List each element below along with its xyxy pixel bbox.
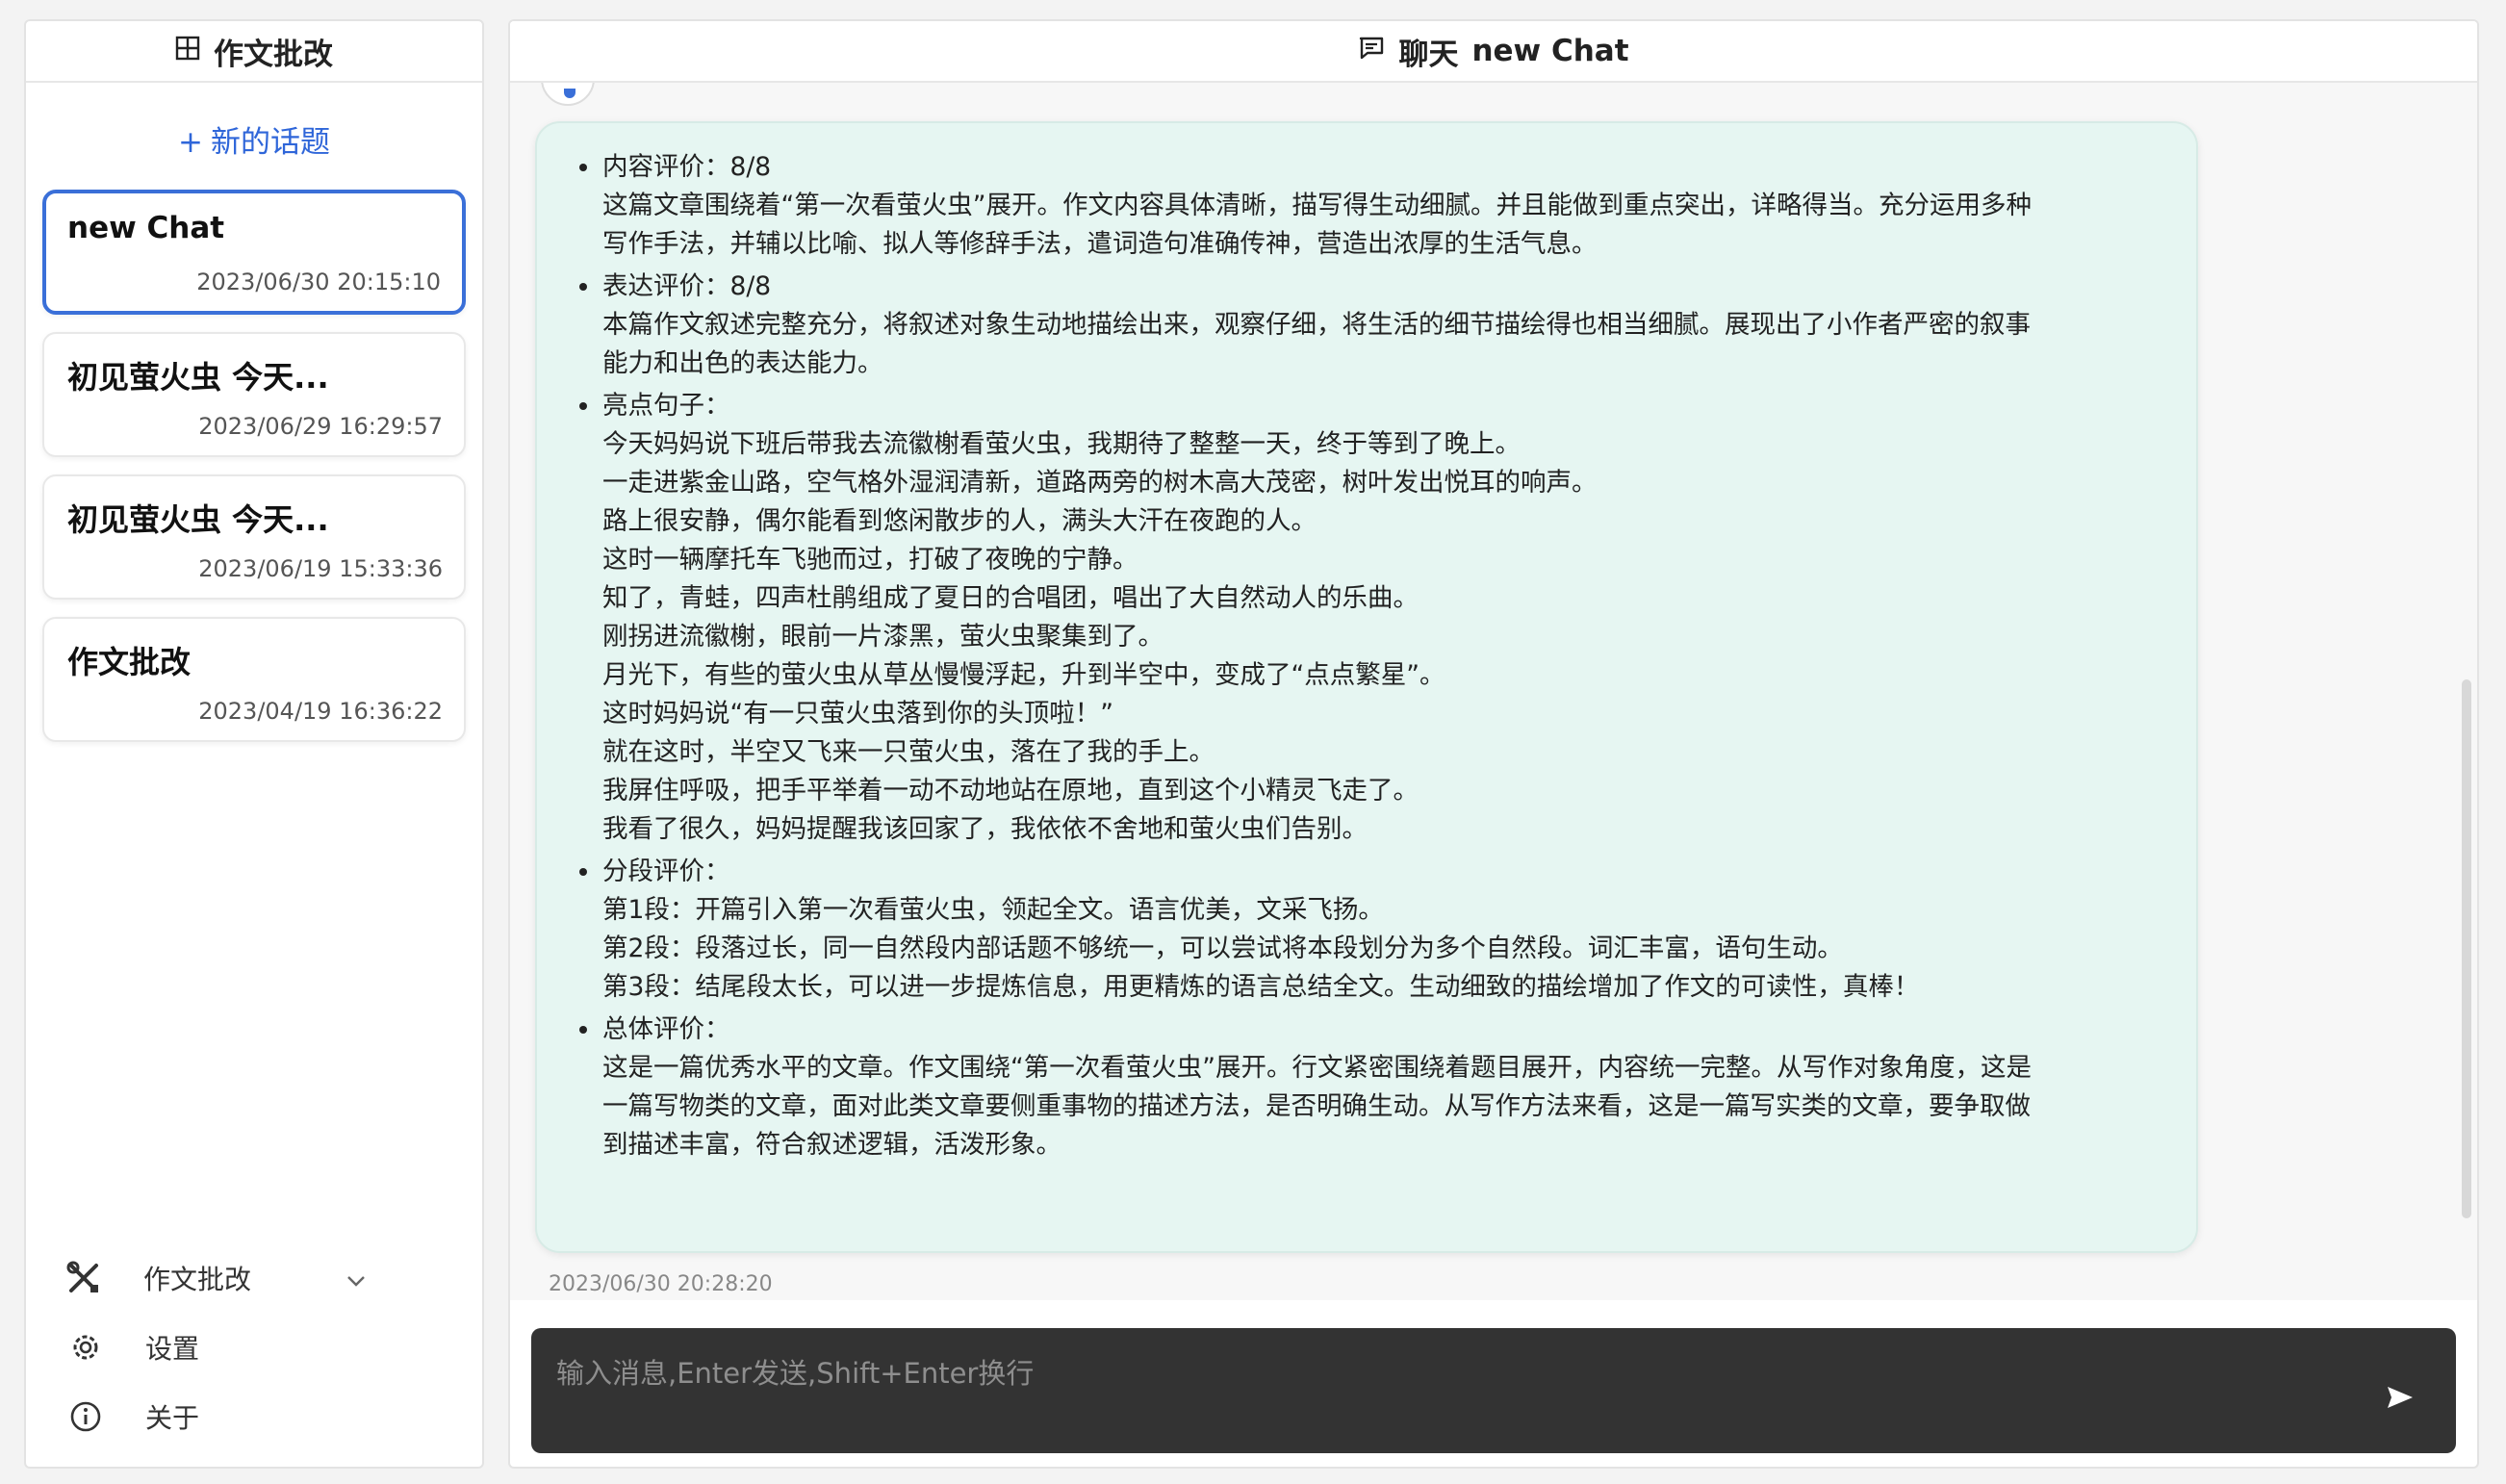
new-topic-label: 新的话题 — [210, 125, 330, 160]
text-line: 这是一篇优秀水平的文章。作文围绕“第一次看萤火虫”展开。行文紧密围绕着题目展开，… — [602, 1053, 2032, 1083]
text-line: 一篇写物类的文章，面对此类文章要侧重事物的描述方法，是否明确生动。从写作方法来看… — [602, 1091, 2031, 1121]
assistant-message-bubble: 内容评价：8/8 这篇文章围绕着“第一次看萤火虫”展开。作文内容具体清晰，描写得… — [535, 121, 2198, 1253]
text-line: 就在这时，半空又飞来一只萤火虫，落在了我的手上。 — [602, 737, 1215, 767]
text-line: 能力和出色的表达能力。 — [602, 348, 883, 378]
new-topic-button[interactable]: + 新的话题 — [26, 117, 482, 161]
conversation-item[interactable]: 作文批改 2023/04/19 16:36:22 — [42, 617, 466, 742]
conversation-title: new Chat — [67, 211, 225, 245]
about-item[interactable]: 关于 — [66, 1382, 453, 1451]
conversation-item[interactable]: new Chat 2023/06/30 20:15:10 — [42, 190, 466, 315]
message-timestamp: 2023/06/30 20:28:20 — [549, 1272, 773, 1296]
info-icon — [66, 1397, 105, 1436]
conversation-time: 2023/04/19 16:36:22 — [198, 698, 443, 725]
chat-bubble-icon — [1358, 34, 1385, 68]
plus-icon: + — [178, 125, 203, 160]
text-line: 内容评价：8/8 — [602, 152, 772, 182]
chevron-down-icon — [345, 1263, 367, 1294]
sidebar: 作文批改 + 新的话题 new Chat 2023/06/30 20:15:10 … — [24, 19, 484, 1469]
scrollbar[interactable] — [2462, 679, 2471, 1218]
paragraph-evaluation: 分段评价： 第1段：开篇引入第一次看萤火虫，领起全文。语言优美，文采飞扬。 第2… — [579, 853, 2138, 1007]
text-line: 总体评价： — [602, 1014, 730, 1044]
conversation-title: 作文批改 — [67, 644, 192, 680]
settings-item[interactable]: 设置 — [66, 1313, 453, 1382]
conversation-time: 2023/06/30 20:15:10 — [196, 269, 441, 295]
text-line: 这篇文章围绕着“第一次看萤火虫”展开。作文内容具体清晰，描写得生动细腻。并且能做… — [602, 191, 2032, 220]
text-line: 今天妈妈说下班后带我去流徽榭看萤火虫，我期待了整整一天，终于等到了晚上。 — [602, 429, 1521, 459]
chat-panel: 聊天 new Chat 内容评价：8/8 这篇文章围绕着“第一次看萤火虫”展开。… — [508, 19, 2479, 1469]
sidebar-tools: 作文批改 设置 关于 — [64, 1243, 453, 1451]
expression-evaluation: 表达评价：8/8 本篇作文叙述完整充分，将叙述对象生动地描绘出来，观察仔细，将生… — [579, 268, 2138, 383]
conversation-title: 初见萤火虫 今天... — [67, 501, 329, 538]
conversation-item[interactable]: 初见萤火虫 今天... 2023/06/19 15:33:36 — [42, 474, 466, 600]
text-line: 到描述丰富，符合叙述逻辑，活泼形象。 — [602, 1130, 1061, 1160]
highlight-sentences: 亮点句子： 今天妈妈说下班后带我去流徽榭看萤火虫，我期待了整整一天，终于等到了晚… — [579, 387, 2138, 849]
conversation-list: new Chat 2023/06/30 20:15:10 初见萤火虫 今天...… — [42, 190, 466, 759]
text-line: 这时妈妈说“有一只萤火虫落到你的头顶啦！” — [602, 699, 1113, 729]
about-label: 关于 — [145, 1402, 200, 1434]
gear-icon — [66, 1328, 105, 1367]
text-line: 月光下，有些的萤火虫从草丛慢慢浮起，升到半空中，变成了“点点繁星”。 — [602, 660, 1445, 690]
text-line: 亮点句子： — [602, 391, 730, 421]
chat-name: new Chat — [1471, 34, 1629, 68]
content-evaluation: 内容评价：8/8 这篇文章围绕着“第一次看萤火虫”展开。作文内容具体清晰，描写得… — [579, 148, 2138, 264]
text-line: 第1段：开篇引入第一次看萤火虫，领起全文。语言优美，文采飞扬。 — [602, 895, 1384, 925]
text-line: 第3段：结尾段太长，可以进一步提炼信息，用更精炼的语言总结全文。生动细致的描绘增… — [602, 972, 1920, 1002]
text-line: 知了，青蛙，四声杜鹃组成了夏日的合唱团，唱出了大自然动人的乐曲。 — [602, 583, 1419, 613]
text-line: 表达评价：8/8 — [602, 271, 772, 301]
conversation-item[interactable]: 初见萤火虫 今天... 2023/06/29 16:29:57 — [42, 332, 466, 457]
conversation-time: 2023/06/19 15:33:36 — [198, 555, 443, 582]
message-composer — [531, 1328, 2456, 1453]
settings-label: 设置 — [145, 1333, 200, 1365]
text-line: 一走进紫金山路，空气格外湿润清新，道路两旁的树木高大茂密，树叶发出悦耳的响声。 — [602, 468, 1598, 498]
text-line: 这时一辆摩托车飞驰而过，打破了夜晚的宁静。 — [602, 545, 1138, 575]
mode-dropdown[interactable]: 作文批改 — [64, 1243, 453, 1313]
text-line: 路上很安静，偶尔能看到悠闲散步的人，满头大汗在夜跑的人。 — [602, 506, 1317, 536]
text-line: 刚拐进流徽榭，眼前一片漆黑，萤火虫聚集到了。 — [602, 622, 1164, 652]
text-line: 第2段：段落过长，同一自然段内部话题不够统一，可以尝试将本段划分为多个自然段。词… — [602, 934, 1843, 963]
sidebar-header: 作文批改 — [26, 21, 482, 83]
chat-header: 聊天 new Chat — [510, 21, 2477, 83]
text-line: 我屏住呼吸，把手平举着一动不动地站在原地，直到这个小精灵飞走了。 — [602, 776, 1419, 806]
text-line: 我看了很久，妈妈提醒我该回家了，我依依不舍地和萤火虫们告别。 — [602, 814, 1368, 844]
mode-label: 作文批改 — [143, 1264, 252, 1295]
conversation-title: 初见萤火虫 今天... — [67, 359, 329, 396]
sidebar-title: 作文批改 — [214, 37, 333, 72]
text-line: 写作手法，并辅以比喻、拟人等修辞手法，遣词造句准确传神，营造出浓厚的生活气息。 — [602, 229, 1598, 259]
send-icon[interactable] — [2381, 1378, 2419, 1417]
text-line: 本篇作文叙述完整充分，将叙述对象生动地描绘出来，观察仔细，将生活的细节描绘得也相… — [602, 310, 2031, 340]
header-label: 聊天 — [1398, 37, 1459, 72]
grid-icon — [175, 34, 200, 68]
overall-evaluation: 总体评价： 这是一篇优秀水平的文章。作文围绕“第一次看萤火虫”展开。行文紧密围绕… — [579, 1011, 2138, 1164]
text-line: 分段评价： — [602, 857, 730, 886]
conversation-time: 2023/06/29 16:29:57 — [198, 413, 443, 440]
tools-icon — [64, 1259, 103, 1297]
message-scroll-area[interactable]: 内容评价：8/8 这篇文章围绕着“第一次看萤火虫”展开。作文内容具体清晰，描写得… — [510, 83, 2477, 1300]
avatar — [541, 83, 595, 106]
message-input[interactable] — [554, 1349, 2433, 1432]
